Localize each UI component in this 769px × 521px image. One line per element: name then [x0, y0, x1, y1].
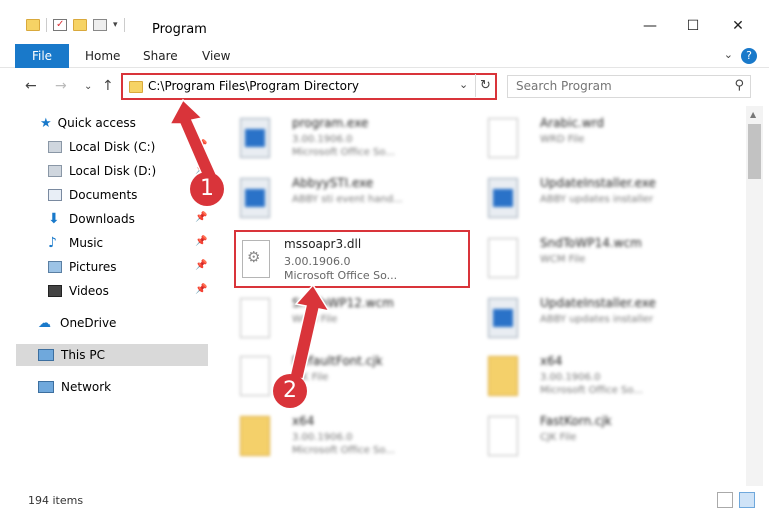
annotation-arrows — [168, 98, 331, 380]
callout-badge: 2 — [273, 374, 307, 408]
arrow-2 — [289, 283, 331, 380]
arrow-1 — [168, 98, 218, 184]
callout-badge: 1 — [190, 172, 224, 206]
